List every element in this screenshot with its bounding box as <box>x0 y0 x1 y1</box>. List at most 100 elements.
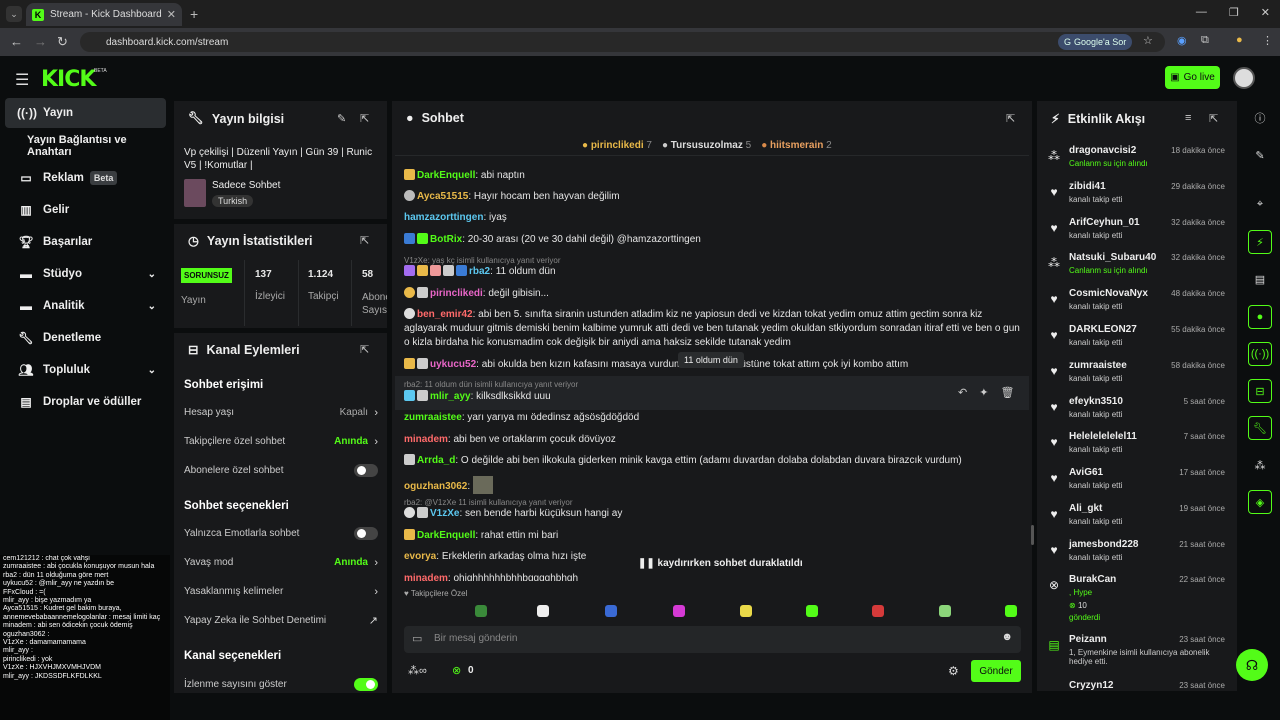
event-username[interactable]: Ali_gkt <box>1069 503 1102 514</box>
activity-event[interactable]: ♥ AviG61 17 saat önce kanalı takip etti <box>1047 467 1227 501</box>
minimize-icon[interactable]: — <box>1196 6 1207 19</box>
event-username[interactable]: CosmicNovaNyx <box>1069 288 1148 299</box>
chat-username[interactable]: mlir_ayy <box>430 391 471 402</box>
emote-icon[interactable] <box>740 605 752 617</box>
focus-icon[interactable]: ⌖ <box>1248 192 1272 216</box>
tab-search-icon[interactable]: ⌄ <box>6 6 22 22</box>
popout-icon[interactable]: ⇱ <box>1209 112 1218 125</box>
chat-username[interactable]: rba2 <box>469 266 490 277</box>
bookmark-star-icon[interactable]: ☆ <box>1143 34 1153 47</box>
slow-mode-row[interactable]: Yavaş mod Anında › <box>184 557 378 569</box>
chat-message[interactable]: DarkEnquell: rahat ettin mi bari <box>404 529 1022 543</box>
url-field[interactable]: dashboard.kick.com/stream <box>80 32 1165 52</box>
reply-icon[interactable]: ↶ <box>958 386 967 399</box>
chat-username[interactable]: Arrda_d <box>417 455 455 466</box>
wrench-icon[interactable]: 🔧︎ <box>1248 416 1272 440</box>
chat-message[interactable]: DarkEnquell: abi naptın <box>404 169 1022 183</box>
activity-event[interactable]: ♥ ArifCeyhun_01 32 dakika önce kanalı takip… <box>1047 217 1227 251</box>
popout-icon[interactable]: ⇱ <box>360 112 369 125</box>
chat-username[interactable]: evorya <box>404 551 436 562</box>
chat-message[interactable]: BotRix: 20-30 arası (20 ve 30 dahil deği… <box>404 233 1022 247</box>
help-chat-button[interactable]: ☊ <box>1236 649 1268 681</box>
sidebar-item-denetleme[interactable]: 🔧︎ Denetleme <box>5 323 166 353</box>
event-username[interactable]: BurakCan <box>1069 574 1116 585</box>
emote-icon[interactable] <box>939 605 951 617</box>
chat-username[interactable]: zumraaistee <box>404 412 462 423</box>
chat-message[interactable]: pirinclikedi: değil gibisin... <box>404 287 1022 301</box>
emote-icon[interactable] <box>537 605 549 617</box>
emoji-icon[interactable]: ☻ <box>1001 631 1013 643</box>
chat-message[interactable]: zumraaistee: yarı yarıya mı ödedinsz ağs… <box>404 411 1022 425</box>
emote-icon[interactable] <box>673 605 685 617</box>
chat-username[interactable]: oguzhan3062 <box>404 481 467 492</box>
event-username[interactable]: Peizann <box>1069 634 1107 645</box>
chat-username[interactable]: hamzazorttingen <box>404 212 483 223</box>
chat-message[interactable]: oguzhan3062: <box>404 476 1022 494</box>
lightning-icon[interactable]: ⚡︎ <box>1248 230 1272 254</box>
chat-username[interactable]: ben_emir42 <box>417 309 473 320</box>
sidebar-item-droplar[interactable]: ▤ Droplar ve ödüller <box>5 387 166 417</box>
points-infinity-icon[interactable]: ⁂∞ <box>408 664 427 677</box>
hamburger-menu-icon[interactable]: ☰ <box>15 70 29 90</box>
kick-points-icon[interactable]: ⊗ <box>452 664 461 677</box>
emote-icon[interactable] <box>872 605 884 617</box>
emote-icon[interactable] <box>806 605 818 617</box>
activity-event[interactable]: ♥ DARKLEON27 55 dakika önce kanalı takip et… <box>1047 324 1227 358</box>
browser-tab[interactable]: K Stream - Kick Dashboard ✕ <box>26 3 182 26</box>
chat-message[interactable]: minadem: ohighhhhhhbhhbgggghbhgh <box>404 572 1022 581</box>
chat-username[interactable]: DarkEnquell <box>417 170 475 181</box>
kick-logo[interactable]: KICK <box>41 67 96 92</box>
pin-icon[interactable]: ✦ <box>979 386 988 399</box>
activity-event[interactable]: ♥ Ali_gkt 19 saat önce kanalı takip etti <box>1047 503 1227 537</box>
chat-message[interactable]: Arrda_d: O değilde abi ben ilkokula gide… <box>404 454 1022 468</box>
back-icon[interactable]: ← <box>10 34 23 49</box>
sidebar-item-yayin[interactable]: ((·)) Yayın <box>5 98 166 128</box>
edit-pencil-icon[interactable]: ✎ <box>337 112 346 125</box>
chat-message[interactable]: ben_emir42: abi ben 5. sınıfta siranin u… <box>404 308 1022 350</box>
event-username[interactable]: DARKLEON27 <box>1069 324 1137 335</box>
chat-username[interactable]: BotRix <box>430 234 462 245</box>
chat-input[interactable]: ▭ Bir mesaj gönderin ☻ <box>404 626 1021 653</box>
event-username[interactable]: dragonavcisi2 <box>1069 145 1136 156</box>
category-name[interactable]: Sadece Sohbet <box>212 180 280 191</box>
document-icon[interactable]: ▤ <box>1248 267 1272 291</box>
activity-event-gift[interactable]: ▤ Peizann 23 saat önce 1, Eymenkine isim… <box>1047 634 1227 670</box>
activity-event[interactable]: ♥ jamesbond228 21 saat önce kanalı takip et… <box>1047 539 1227 573</box>
broadcast-icon[interactable]: ((·)) <box>1248 342 1272 366</box>
banned-words-row[interactable]: Yasaklanmış kelimeler › <box>184 586 378 598</box>
activity-event[interactable]: ♥ CosmicNovaNyx 48 dakika önce kanalı takip… <box>1047 288 1227 322</box>
event-username[interactable]: ArifCeyhun_01 <box>1069 217 1140 228</box>
emote-only-toggle[interactable] <box>354 527 378 540</box>
event-username[interactable]: zumraaistee <box>1069 360 1127 371</box>
extensions-puzzle-icon[interactable]: ⧉ <box>1201 34 1209 47</box>
reload-icon[interactable]: ↻ <box>57 34 68 50</box>
activity-event[interactable]: ♥ Helelelelelel11 7 saat önce kanalı takip … <box>1047 431 1227 465</box>
emote-icon[interactable] <box>475 605 487 617</box>
popout-icon[interactable]: ⇱ <box>360 234 369 247</box>
delete-icon[interactable]: 🗑︎ <box>1000 386 1014 399</box>
new-tab-icon[interactable]: + <box>190 6 198 22</box>
sidebar-item-basarilar[interactable]: 🏆︎ Başarılar <box>5 227 166 257</box>
close-tab-icon[interactable]: ✕ <box>167 8 176 21</box>
sidebar-item-reklam[interactable]: ▭ Reklam Beta <box>5 163 166 193</box>
event-username[interactable]: Cryzyn12 <box>1069 680 1113 690</box>
sidebar-item-stream-key[interactable]: Yayın Bağlantısı ve Anahtarı <box>5 131 166 161</box>
event-username[interactable]: Helelelelelel11 <box>1069 431 1137 442</box>
top-gifter-1[interactable]: ● pirinclikedi 7 <box>582 140 652 151</box>
chat-username[interactable]: V1zXe <box>430 508 459 519</box>
extension-icon[interactable]: ◉ <box>1177 34 1187 47</box>
subs-only-toggle[interactable] <box>354 464 378 477</box>
user-avatar[interactable] <box>1233 67 1255 89</box>
chat-paused-notice[interactable]: ❚❚ kaydırırken sohbet duraklatıldı <box>638 558 803 569</box>
activity-event[interactable]: Cryzyn12 23 saat önce <box>1047 680 1227 690</box>
sidebar-item-topluluk[interactable]: 👥︎ Topluluk ⌄ <box>5 355 166 385</box>
chat-message[interactable]: mlir_ayy: kilksdlksikkd uuu <box>404 390 1022 404</box>
popout-icon[interactable]: ⇱ <box>1006 112 1015 125</box>
chat-username[interactable]: DarkEnquell <box>417 530 475 541</box>
browser-menu-icon[interactable]: ⋮ <box>1262 34 1273 47</box>
sidebar-item-analitik[interactable]: ▬ Analitik ⌄ <box>5 291 166 321</box>
emote-icon[interactable] <box>605 605 617 617</box>
activity-event[interactable]: ⁂ dragonavcisi2 18 dakika önce Canlanm su i… <box>1047 145 1227 179</box>
chat-message[interactable]: V1zXe: sen bende harbi küçüksun hangi ay <box>404 507 1022 521</box>
event-username[interactable]: efeykn3510 <box>1069 396 1123 407</box>
